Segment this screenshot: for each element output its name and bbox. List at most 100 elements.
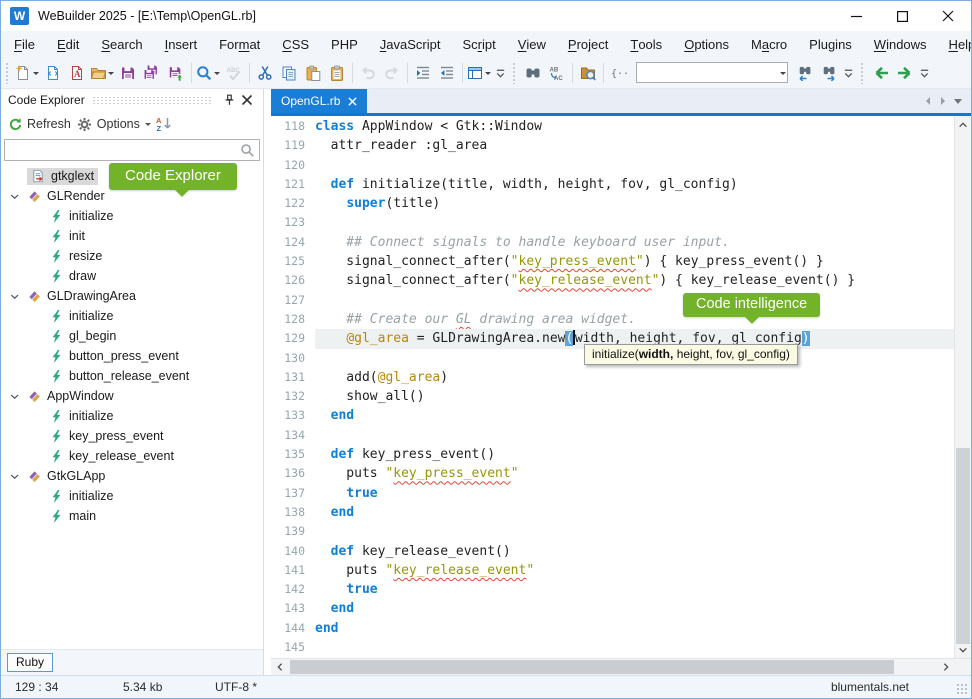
tree-item-GLDrawingArea[interactable]: GLDrawingArea	[1, 286, 263, 306]
tree-item-main[interactable]: main	[1, 506, 263, 526]
tree-item-key_release_event[interactable]: key_release_event	[1, 446, 263, 466]
new-document-button[interactable]	[14, 60, 41, 86]
code-text[interactable]: def key_press_event()	[315, 445, 954, 464]
find-button[interactable]	[521, 60, 545, 86]
find-next-button[interactable]	[817, 60, 841, 86]
code-text[interactable]: puts "key_release_event"	[315, 561, 954, 580]
menu-help[interactable]: Help	[938, 31, 972, 57]
new-document-dropdown-icon[interactable]	[33, 72, 39, 78]
code-text[interactable]: signal_connect_after("key_press_event") …	[315, 252, 954, 271]
code-text[interactable]	[315, 156, 954, 175]
scroll-right-icon[interactable]	[937, 659, 954, 675]
navigate-back-button[interactable]	[869, 60, 893, 86]
cut-button[interactable]	[253, 60, 277, 86]
menu-file[interactable]: File	[3, 31, 46, 57]
search-term-input[interactable]	[637, 64, 778, 81]
tree-item-AppWindow[interactable]: AppWindow	[1, 386, 263, 406]
code-text[interactable]: end	[315, 406, 954, 425]
tree-item-initialize[interactable]: initialize	[1, 486, 263, 506]
unindent-button[interactable]	[435, 60, 459, 86]
font-document-button[interactable]: A	[65, 60, 89, 86]
chevron-down-icon[interactable]	[5, 390, 23, 403]
tab-scroll-right-icon[interactable]	[937, 95, 949, 107]
toolbar-grip[interactable]	[5, 62, 10, 84]
redo-button[interactable]	[380, 60, 404, 86]
find-in-files-button[interactable]	[576, 60, 600, 86]
replace-button[interactable]: ABAC	[545, 60, 569, 86]
horizontal-scroll-thumb[interactable]	[290, 660, 894, 674]
code-text[interactable]: end	[315, 599, 954, 618]
pin-icon[interactable]	[220, 91, 238, 109]
tree-item-initialize[interactable]: initialize	[1, 206, 263, 226]
explorer-search-input[interactable]	[5, 143, 240, 157]
close-panel-icon[interactable]	[238, 91, 256, 109]
code-text[interactable]: signal_connect_after("key_release_event"…	[315, 271, 954, 290]
code-text[interactable]: add(@gl_area)	[315, 368, 954, 387]
code-text[interactable]	[315, 426, 954, 445]
menu-plugins[interactable]: Plugins	[798, 31, 863, 57]
menu-javascript[interactable]: JavaScript	[369, 31, 452, 57]
language-badge[interactable]: Ruby	[7, 653, 53, 672]
code-text[interactable]	[315, 638, 954, 657]
toolbar-overflow-icon[interactable]	[917, 60, 932, 86]
menu-windows[interactable]: Windows	[863, 31, 938, 57]
tree-item-draw[interactable]: draw	[1, 266, 263, 286]
encoding[interactable]: UTF-8 *	[215, 680, 307, 694]
code-braces-button[interactable]: {··}	[607, 60, 631, 86]
code-text[interactable]: ## Connect signals to handle keyboard us…	[315, 233, 954, 252]
chevron-down-icon[interactable]	[5, 190, 23, 203]
tree-item-initialize[interactable]: initialize	[1, 406, 263, 426]
view-code-page-button[interactable]	[41, 60, 65, 86]
tree-item-button_press_event[interactable]: button_press_event	[1, 346, 263, 366]
sidebar-splitter[interactable]	[264, 89, 271, 675]
search-dropdown-icon[interactable]	[214, 72, 220, 78]
refresh-button[interactable]: Refresh	[27, 117, 71, 131]
panels-button[interactable]	[466, 60, 493, 86]
minimize-button[interactable]	[833, 1, 879, 31]
tree-item-initialize[interactable]: initialize	[1, 306, 263, 326]
toolbar-grip[interactable]	[860, 62, 865, 84]
combo-dropdown-icon[interactable]	[780, 72, 786, 78]
code-text[interactable]	[315, 522, 954, 541]
tab-close-icon[interactable]	[348, 97, 357, 106]
close-button[interactable]	[925, 1, 971, 31]
options-button[interactable]: Options	[97, 117, 140, 131]
find-previous-button[interactable]	[793, 60, 817, 86]
menu-search[interactable]: Search	[90, 31, 153, 57]
menu-project[interactable]: Project	[557, 31, 619, 57]
menu-edit[interactable]: Edit	[46, 31, 90, 57]
toolbar-overflow-icon[interactable]	[493, 60, 508, 86]
menu-format[interactable]: Format	[208, 31, 271, 57]
sort-az-icon[interactable]: AZ	[155, 115, 173, 133]
code-text[interactable]: attr_reader :gl_area	[315, 136, 954, 155]
menu-tools[interactable]: Tools	[619, 31, 673, 57]
open-folder-dropdown-icon[interactable]	[108, 72, 114, 78]
save-all-button[interactable]	[140, 60, 164, 86]
vertical-scrollbar[interactable]	[954, 116, 971, 658]
code-text[interactable]: end	[315, 619, 954, 638]
tree-item-resize[interactable]: resize	[1, 246, 263, 266]
toolbar-overflow-icon[interactable]	[841, 60, 856, 86]
save-upload-button[interactable]	[164, 60, 188, 86]
code-text[interactable]: class AppWindow < Gtk::Window	[315, 117, 954, 136]
chevron-down-icon[interactable]	[5, 290, 23, 303]
spell-check-button[interactable]: ABC	[222, 60, 246, 86]
menu-macro[interactable]: Macro	[740, 31, 798, 57]
tree-item-button_release_event[interactable]: button_release_event	[1, 366, 263, 386]
tab-list-dropdown-icon[interactable]	[952, 95, 964, 107]
scroll-left-icon[interactable]	[271, 659, 288, 675]
menu-options[interactable]: Options	[673, 31, 740, 57]
code-text[interactable]: ## Create our GL drawing area widget.	[315, 310, 954, 329]
code-text[interactable]: ##	[315, 657, 954, 658]
search-button[interactable]	[195, 60, 222, 86]
resize-grip[interactable]	[956, 683, 968, 695]
options-dropdown-icon[interactable]	[145, 123, 151, 129]
vertical-scroll-thumb[interactable]	[956, 448, 970, 644]
horizontal-scrollbar[interactable]	[288, 659, 937, 675]
tab-scroll-left-icon[interactable]	[922, 95, 934, 107]
undo-button[interactable]	[356, 60, 380, 86]
open-folder-button[interactable]	[89, 60, 116, 86]
tree-item-GtkGLApp[interactable]: GtkGLApp	[1, 466, 263, 486]
gear-icon[interactable]	[76, 115, 94, 133]
code-text[interactable]: end	[315, 503, 954, 522]
